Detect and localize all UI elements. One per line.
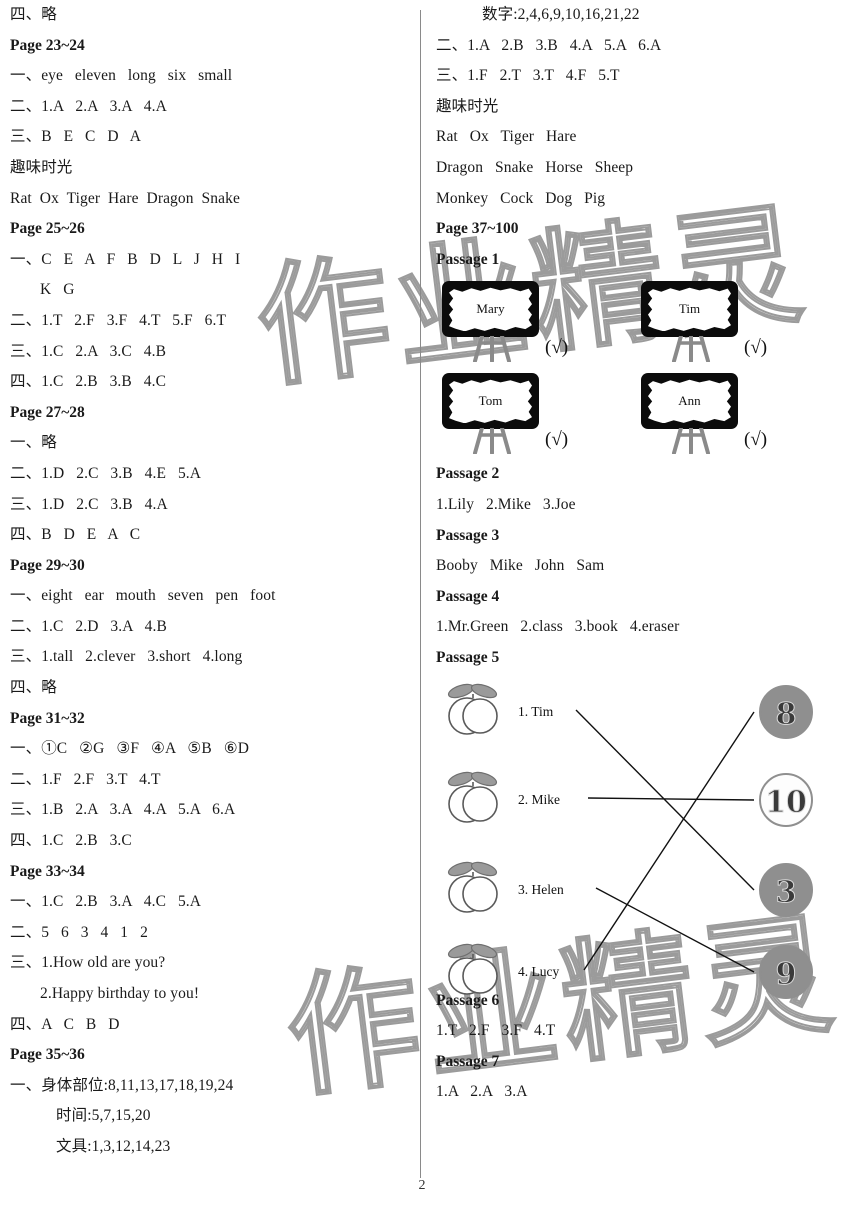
page-range-heading: Page 37~100 [436,220,519,238]
right-column: 数字:2,4,6,9,10,16,21,22 二、1.A 2.B 3.B 4.A … [436,0,836,1108]
answer-line-36: 时间:5,7,15,20 [56,1107,151,1125]
passage-heading: Passage 1 [436,250,500,268]
answer-line-21: 三、1.tall 2.clever 3.short 4.long [10,648,243,666]
answer-line-35: 一、身体部位:8,11,13,17,18,19,24 [10,1076,234,1094]
page-number: 2 [418,1178,426,1193]
answer-line-right-5: Dragon Snake Horse Sheep [436,158,634,176]
answer-line-22: 四、略 [10,679,57,697]
page-range-heading: Page 31~32 [10,709,85,727]
check-mark: (√) [545,429,569,451]
answer-line-11: 三、1.C 2.A 3.C 4.B [10,342,167,360]
match-line [595,886,755,973]
check-mark: (√) [744,337,768,359]
easel-icon [473,426,511,456]
passage-heading: Passage 5 [436,648,500,666]
matching-exercise: 1. Tim 2. Mike 3. Helen 4. Lucy 8 10 3 9 [436,676,836,999]
answer-line-8: 一、C E A F B D L J H I [10,250,241,268]
answer-line-16: 三、1.D 2.C 3.B 4.A [10,495,168,513]
answer-line-31: 三、1.How old are you? [10,954,166,972]
answer-line-24: 一、①C ②G ③F ④A ⑤B ⑥D [10,740,250,758]
page-range-heading: Page 35~36 [10,1046,85,1064]
blackboard-name: Ann [678,393,701,409]
answer-line-32: 2.Happy birthday to you! [40,985,200,1002]
easel-stand [466,426,518,456]
answer-line-29: 一、1.C 2.B 3.A 4.C 5.A [10,893,202,911]
answer-key-page: 作业精灵 作业精灵 四、略Page 23~24一、eye eleven long… [0,0,844,1214]
answer-line-19: 一、eight ear mouth seven pen foot [10,587,276,605]
answer-line-right-4: Rat Ox Tiger Hare [436,128,577,146]
blackboard-icon: Tim [641,281,738,338]
passage-answer-line: 1.Lily 2.Mike 3.Joe [436,495,576,513]
answer-line-33: 四、A C B D [10,1015,120,1033]
blackboard-name: Tom [478,393,503,409]
chalk-area: Tom [449,379,532,424]
match-line [587,796,755,801]
easel-icon [672,334,710,364]
easel-icon [672,426,710,456]
answer-line-right-1: 二、1.A 2.B 3.B 4.A 5.A 6.A [436,36,662,54]
blackboard-grid: Mary (√) Tim (√) Tom (√) Ann (√) [436,279,836,459]
answer-line-0: 四、略 [10,6,57,23]
answer-line-20: 二、1.C 2.D 3.A 4.B [10,617,167,635]
column-divider [420,10,421,1178]
answer-line-9: K G [40,281,75,299]
check-mark: (√) [545,337,569,359]
answer-line-17: 四、B D E A C [10,526,141,544]
easel-stand [466,334,518,364]
answer-line-6: Rat Ox Tiger Hare Dragon Snake [10,189,240,207]
passage-answer-line: 1.A 2.A 3.A [436,1083,528,1101]
answer-line-right-6: Monkey Cock Dog Pig [436,189,606,207]
answer-line-right-2: 三、1.F 2.T 3.T 4.F 5.T [436,67,620,85]
answer-line-3: 二、1.A 2.A 3.A 4.A [10,97,167,115]
passage-heading: Passage 4 [436,587,500,605]
answer-line-right-0: 数字:2,4,6,9,10,16,21,22 [482,6,640,23]
chalk-area: Tim [648,287,731,332]
passage-heading: Passage 7 [436,1052,500,1070]
passage-answer-line: 1.T 2.F 3.F 4.T [436,1022,556,1040]
answer-line-4: 三、B E C D A [10,128,142,146]
blackboard-item: Tim (√) [641,281,826,367]
easel-stand [665,334,717,364]
passage-heading: Passage 3 [436,526,500,544]
answer-line-27: 四、1.C 2.B 3.C [10,832,132,850]
blackboard-item: Ann (√) [641,373,826,459]
left-column: 四、略 Page 23~24 一、eye eleven long six small… [10,0,410,1163]
blackboard-item: Tom (√) [442,373,627,459]
answer-line-30: 二、5 6 3 4 1 2 [10,923,148,941]
answer-line-2: 一、eye eleven long six small [10,67,233,85]
page-range-heading: Page 25~26 [10,220,85,238]
page-range-heading: Page 33~34 [10,862,85,880]
answer-line-14: 一、略 [10,434,57,452]
check-mark: (√) [744,429,768,451]
answer-line-15: 二、1.D 2.C 3.B 4.E 5.A [10,464,202,482]
passage-answer-line: Booby Mike John Sam [436,557,605,575]
blackboard-name: Mary [476,301,505,317]
blackboard-icon: Tom [442,373,539,430]
passage-heading: Passage 2 [436,465,500,483]
answer-line-5: 趣味时光 [10,158,73,176]
answer-line-right-3: 趣味时光 [436,97,499,115]
answer-line-12: 四、1.C 2.B 3.B 4.C [10,373,167,391]
matching-lines [575,709,755,973]
answer-line-25: 二、1.F 2.F 3.T 4.T [10,770,161,788]
answer-line-37: 文具:1,3,12,14,23 [56,1137,171,1155]
blackboard-item: Mary (√) [442,281,627,367]
chalk-area: Mary [449,287,532,332]
page-range-heading: Page 29~30 [10,556,85,574]
easel-stand [665,426,717,456]
answer-line-10: 二、1.T 2.F 3.F 4.T 5.F 6.T [10,311,227,329]
blackboard-name: Tim [678,301,701,317]
easel-icon [473,334,511,364]
page-range-heading: Page 27~28 [10,403,85,421]
page-range-heading: Page 23~24 [10,36,85,54]
chalk-area: Ann [648,379,731,424]
answer-line-26: 三、1.B 2.A 3.A 4.A 5.A 6.A [10,801,236,819]
passage-answer-line: 1.Mr.Green 2.class 3.book 4.eraser [436,618,680,636]
blackboard-icon: Ann [641,373,738,430]
match-line [583,711,755,970]
blackboard-icon: Mary [442,281,539,338]
